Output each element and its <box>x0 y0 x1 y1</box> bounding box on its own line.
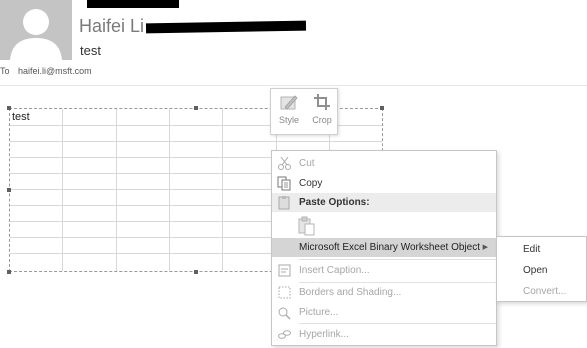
menu-item-label: Copy <box>299 178 323 189</box>
menu-paste-options-header: Paste Options: <box>272 193 496 212</box>
menu-item-picture[interactable]: Picture... <box>272 303 496 322</box>
resize-handle[interactable] <box>194 270 198 274</box>
borders-icon <box>278 286 291 299</box>
menu-item-label: Picture... <box>299 307 339 318</box>
grid-line <box>222 109 223 271</box>
submenu-item-convert[interactable]: Convert... <box>497 281 586 302</box>
caption-icon <box>278 264 291 277</box>
submenu-item-open[interactable]: Open <box>497 260 586 281</box>
submenu-item-label: Convert... <box>523 286 567 297</box>
to-label: To <box>0 66 10 76</box>
scissors-icon <box>278 156 291 170</box>
menu-item-copy[interactable]: Copy <box>272 174 496 193</box>
grid-line <box>10 141 382 142</box>
submenu-item-label: Edit <box>523 244 541 255</box>
menu-item-worksheet-object[interactable]: Microsoft Excel Binary Worksheet Object … <box>272 238 496 257</box>
menu-separator <box>299 323 496 324</box>
menu-separator <box>299 259 496 260</box>
header-divider <box>0 85 587 86</box>
menu-item-label: Microsoft Excel Binary Worksheet Object <box>299 242 480 253</box>
resize-handle[interactable] <box>7 188 11 192</box>
paste-keep-formatting-button[interactable] <box>296 215 318 237</box>
grid-line <box>62 109 63 271</box>
grid-cell-text: test <box>12 111 30 123</box>
email-subject: test <box>80 43 101 58</box>
person-silhouette-icon <box>0 0 72 60</box>
menu-item-cut[interactable]: Cut <box>272 154 496 173</box>
style-label: Style <box>278 115 299 125</box>
clipboard-icon <box>278 196 290 210</box>
submenu-item-edit[interactable]: Edit <box>497 239 586 260</box>
grid-line <box>169 109 170 271</box>
menu-item-label: Borders and Shading... <box>299 287 402 298</box>
menu-item-borders-shading[interactable]: Borders and Shading... <box>272 283 496 302</box>
crop-label: Crop <box>312 115 332 125</box>
redacted-email <box>145 20 307 34</box>
resize-handle[interactable] <box>7 106 11 110</box>
menu-item-label: Hyperlink... <box>299 329 350 340</box>
copy-icon <box>277 176 291 191</box>
menu-item-label: Insert Caption... <box>299 265 370 276</box>
crop-button[interactable]: Crop <box>306 90 338 134</box>
sender-name: Haifei Li <box>79 16 145 36</box>
recipient-address[interactable]: haifei.li@msft.com <box>18 66 92 76</box>
menu-header-label: Paste Options: <box>299 197 370 208</box>
menu-item-insert-caption[interactable]: Insert Caption... <box>272 261 496 280</box>
sender-avatar <box>0 0 72 60</box>
picture-format-icon <box>278 307 291 320</box>
resize-handle[interactable] <box>194 106 198 110</box>
crop-icon <box>306 90 338 115</box>
submenu-item-label: Open <box>523 265 548 276</box>
resize-handle[interactable] <box>7 270 11 274</box>
redacted-block <box>87 0 179 8</box>
menu-item-hyperlink[interactable]: Hyperlink... <box>272 325 496 344</box>
style-button[interactable]: Style <box>273 90 305 134</box>
picture-style-icon <box>273 90 305 115</box>
object-submenu: Edit Open Convert... <box>496 236 587 302</box>
grid-line <box>116 109 117 271</box>
paste-icon <box>298 216 315 236</box>
resize-handle[interactable] <box>380 106 384 110</box>
mini-toolbar: Style Crop <box>270 88 338 135</box>
menu-item-label: Cut <box>299 158 315 169</box>
context-menu: Cut Copy Paste Options: Microsoft Excel … <box>271 150 497 346</box>
hyperlink-icon <box>278 330 291 339</box>
submenu-arrow-icon: ▶ <box>482 244 488 251</box>
